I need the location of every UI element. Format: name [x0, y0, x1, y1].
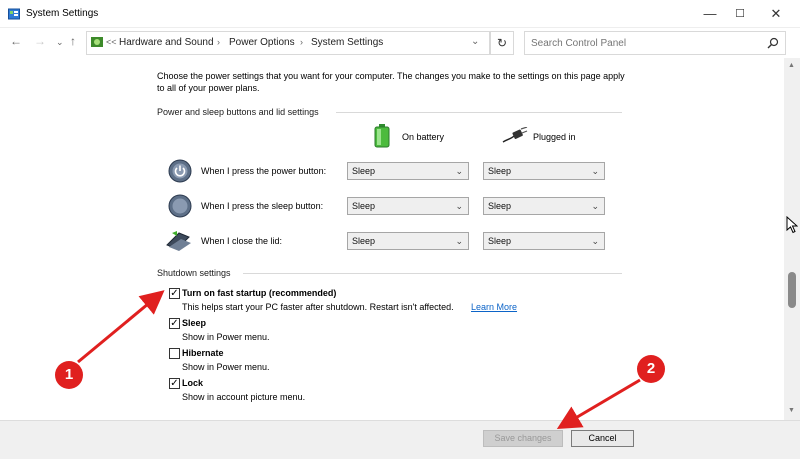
arrow-one: [77, 290, 165, 364]
callout-2: 2: [637, 355, 665, 383]
annotation-arrows: [77, 290, 641, 430]
callout-1: 1: [55, 361, 83, 389]
arrow-two: [556, 378, 641, 430]
